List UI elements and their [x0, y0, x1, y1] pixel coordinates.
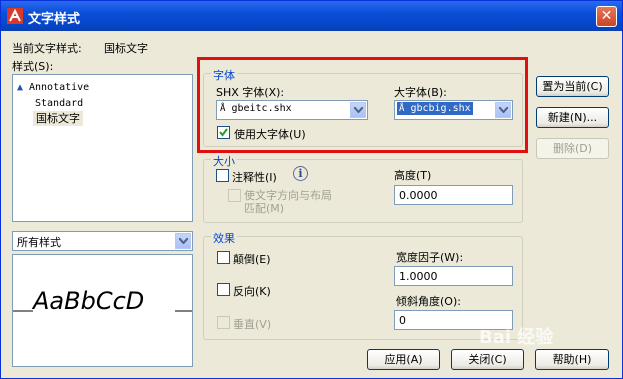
match-orientation-label-line2: 匹配(M): [244, 202, 285, 215]
upside-down-label: 颠倒(E): [233, 253, 271, 266]
autocad-app-icon: [7, 8, 23, 24]
current-style-label: 当前文字样式:: [12, 42, 82, 55]
vertical-checkbox[interactable]: [217, 316, 230, 329]
help-button[interactable]: 帮助(H): [535, 349, 609, 370]
oblique-angle-value: 0: [399, 314, 406, 327]
highlight-annotation: [197, 57, 528, 153]
watermark: Bai 经验: [479, 327, 554, 348]
style-filter-select[interactable]: 所有样式: [12, 231, 193, 251]
title-bar[interactable]: 文字样式 ✕: [1, 1, 622, 31]
annotative-icon: ▲: [17, 82, 24, 93]
effects-group-title: 效果: [211, 230, 237, 246]
style-filter-value: 所有样式: [17, 236, 61, 249]
dialog-title: 文字样式: [28, 12, 81, 27]
apply-button[interactable]: 应用(A): [367, 349, 440, 370]
height-label: 高度(T): [394, 169, 432, 182]
backwards-checkbox[interactable]: [217, 283, 230, 296]
info-icon[interactable]: i: [293, 166, 308, 181]
styles-list[interactable]: ▲ Annotative Standard 国标文字: [12, 74, 193, 222]
oblique-angle-label: 倾斜角度(O):: [396, 295, 461, 308]
list-item-selected[interactable]: 国标文字: [33, 111, 83, 126]
list-item-annotative[interactable]: ▲ Annotative: [17, 80, 89, 95]
size-group-title: 大小: [211, 153, 237, 169]
match-orientation-checkbox[interactable]: [228, 189, 241, 202]
height-value: 0.0000: [399, 189, 438, 202]
new-style-button[interactable]: 新建(N)...: [536, 107, 609, 128]
list-item-standard[interactable]: Standard: [35, 96, 83, 111]
set-current-button[interactable]: 置为当前(C): [536, 76, 609, 97]
height-input[interactable]: 0.0000: [394, 185, 513, 205]
backwards-label: 反向(K): [233, 285, 271, 298]
style-preview: AaBbCcD: [12, 254, 193, 367]
vertical-label: 垂直(V): [233, 318, 272, 331]
delete-style-button[interactable]: 删除(D): [536, 138, 609, 159]
chevron-down-icon[interactable]: [175, 233, 191, 249]
close-window-button[interactable]: ✕: [596, 6, 617, 27]
width-factor-label: 宽度因子(W):: [396, 251, 464, 264]
current-style-value: 国标文字: [104, 42, 148, 55]
width-factor-value: 1.0000: [399, 270, 438, 283]
text-style-dialog: 文字样式 ✕ 当前文字样式: 国标文字 样式(S): ▲ Annotative S…: [0, 0, 623, 379]
upside-down-checkbox[interactable]: [217, 251, 230, 264]
styles-label: 样式(S):: [12, 60, 54, 73]
close-button[interactable]: 关闭(C): [451, 349, 524, 370]
width-factor-input[interactable]: 1.0000: [394, 266, 513, 286]
preview-text: AaBbCcD: [33, 287, 145, 315]
annotative-label: 注释性(I): [232, 171, 277, 184]
annotative-checkbox[interactable]: [216, 169, 229, 182]
close-icon: ✕: [600, 8, 613, 24]
